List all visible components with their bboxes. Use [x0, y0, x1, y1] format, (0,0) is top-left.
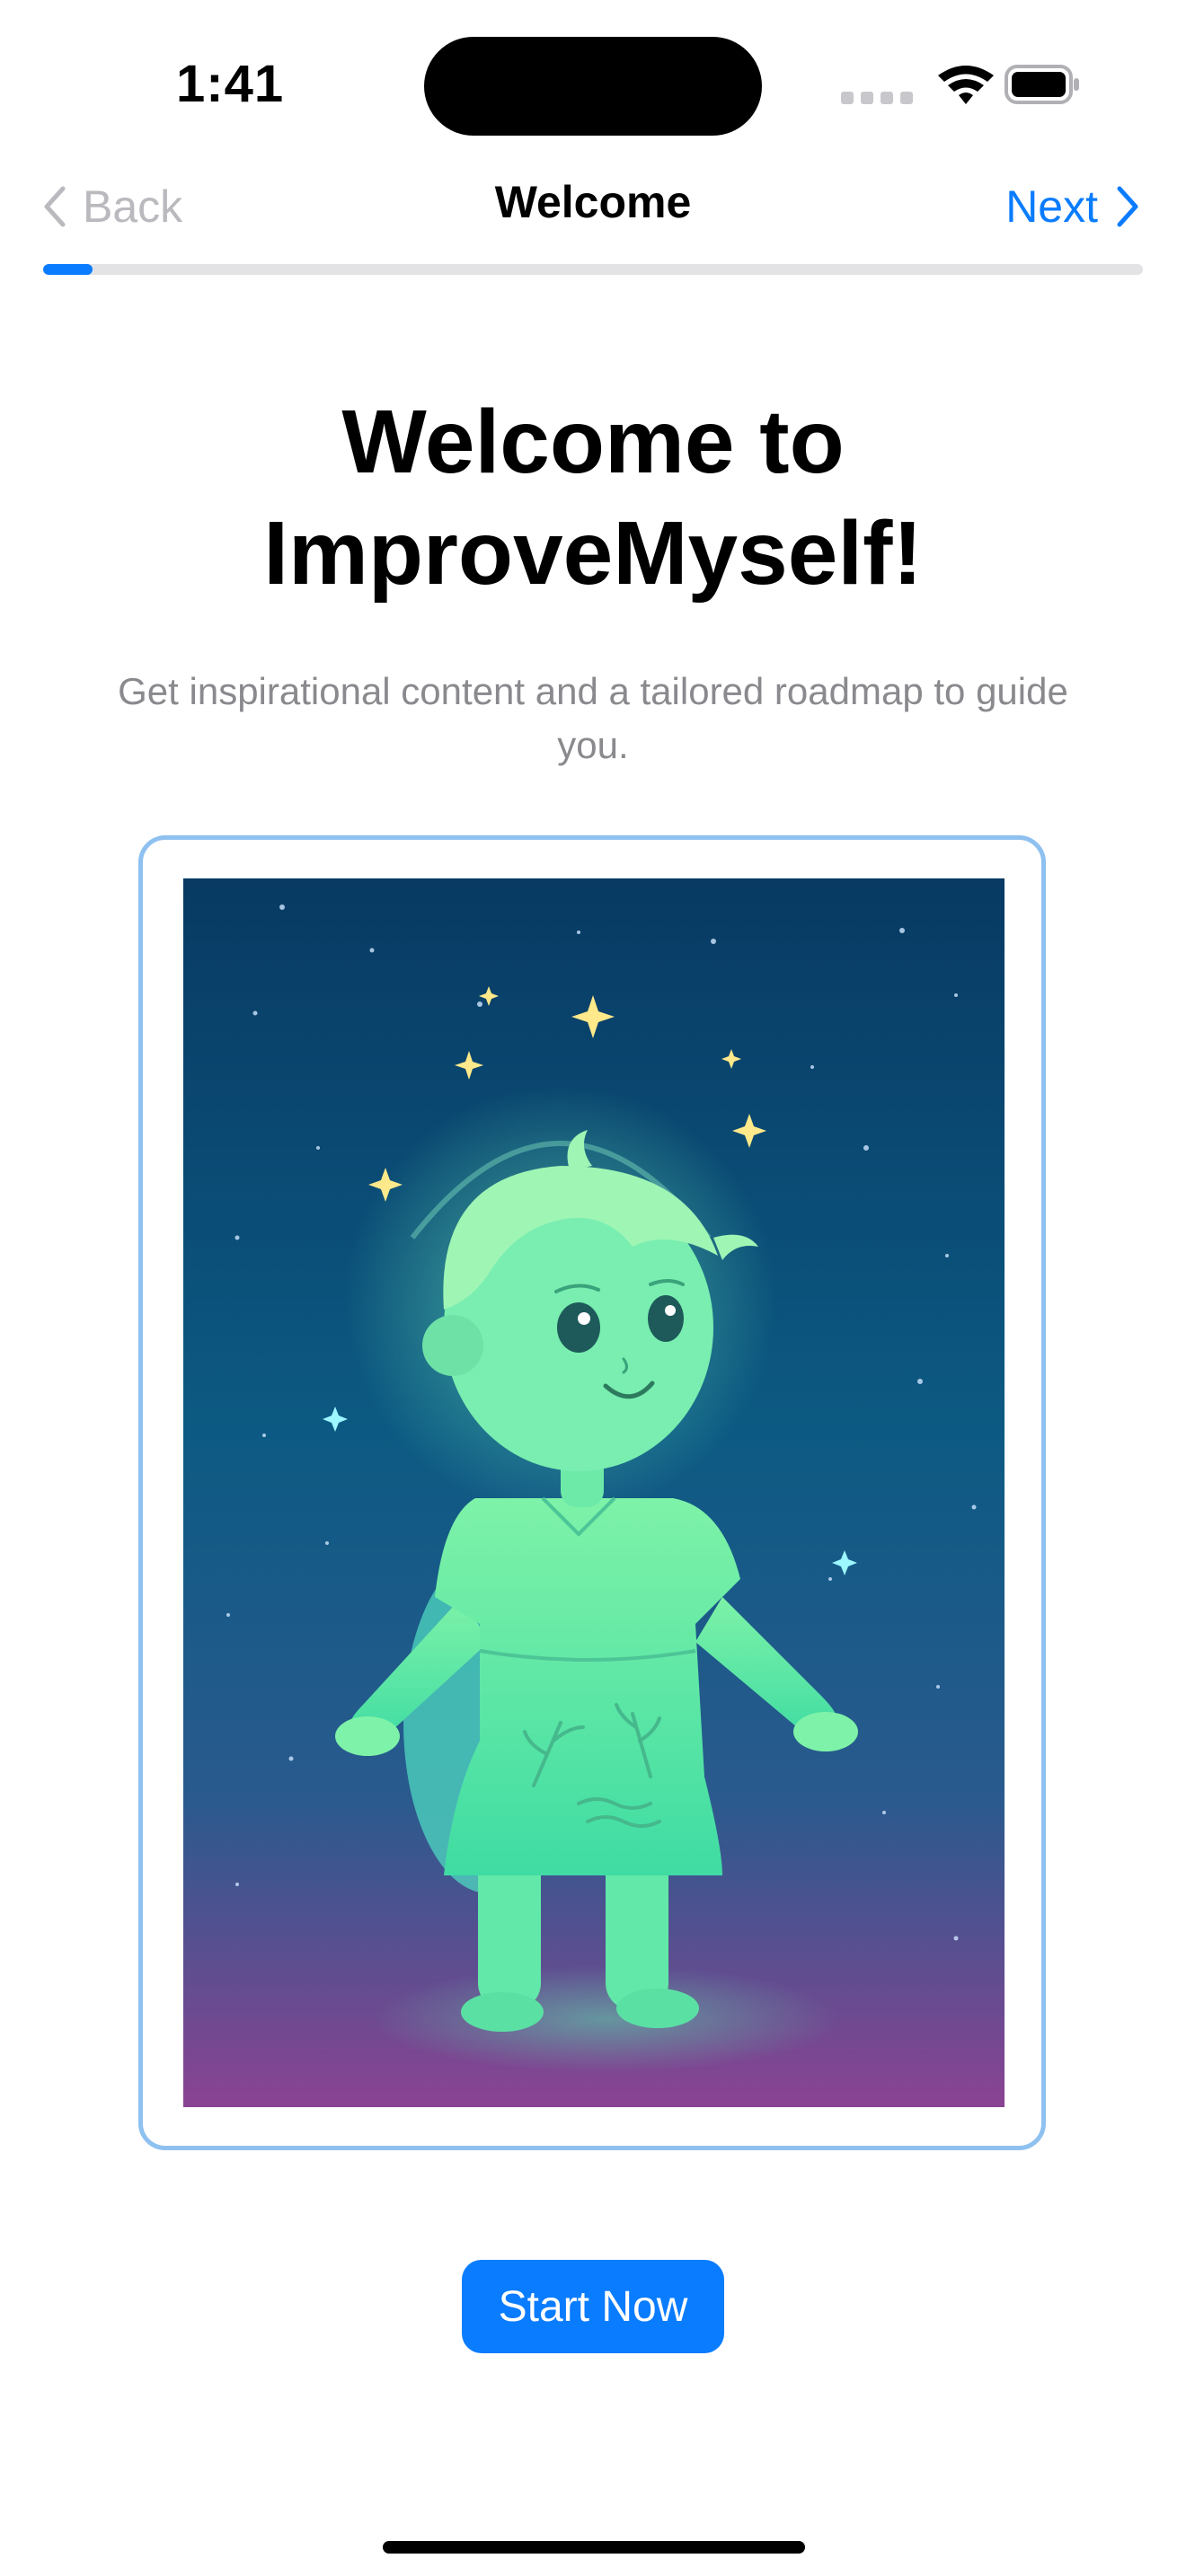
next-button[interactable]: Next: [1005, 178, 1141, 235]
status-icons: [841, 63, 1084, 108]
welcome-headline: Welcome to ImproveMyself!: [90, 386, 1096, 609]
headline-line-2: ImproveMyself!: [263, 503, 923, 604]
child-illustration: [183, 878, 1005, 2107]
next-label: Next: [1005, 181, 1098, 232]
battery-icon: [1005, 65, 1079, 104]
cellular-signal-icon: [841, 92, 913, 104]
start-now-button[interactable]: Start Now: [462, 2260, 724, 2353]
onboarding-progress-bar: [43, 264, 1143, 275]
headline-line-1: Welcome to: [341, 392, 845, 492]
progress-fill: [43, 264, 93, 275]
status-time: 1:41: [176, 55, 285, 113]
wifi-icon: [938, 66, 994, 104]
dynamic-island: [424, 37, 762, 136]
welcome-subtitle: Get inspirational content and a tailored…: [118, 670, 1068, 766]
home-indicator[interactable]: [383, 2541, 805, 2554]
chevron-right-icon: [1117, 186, 1138, 227]
